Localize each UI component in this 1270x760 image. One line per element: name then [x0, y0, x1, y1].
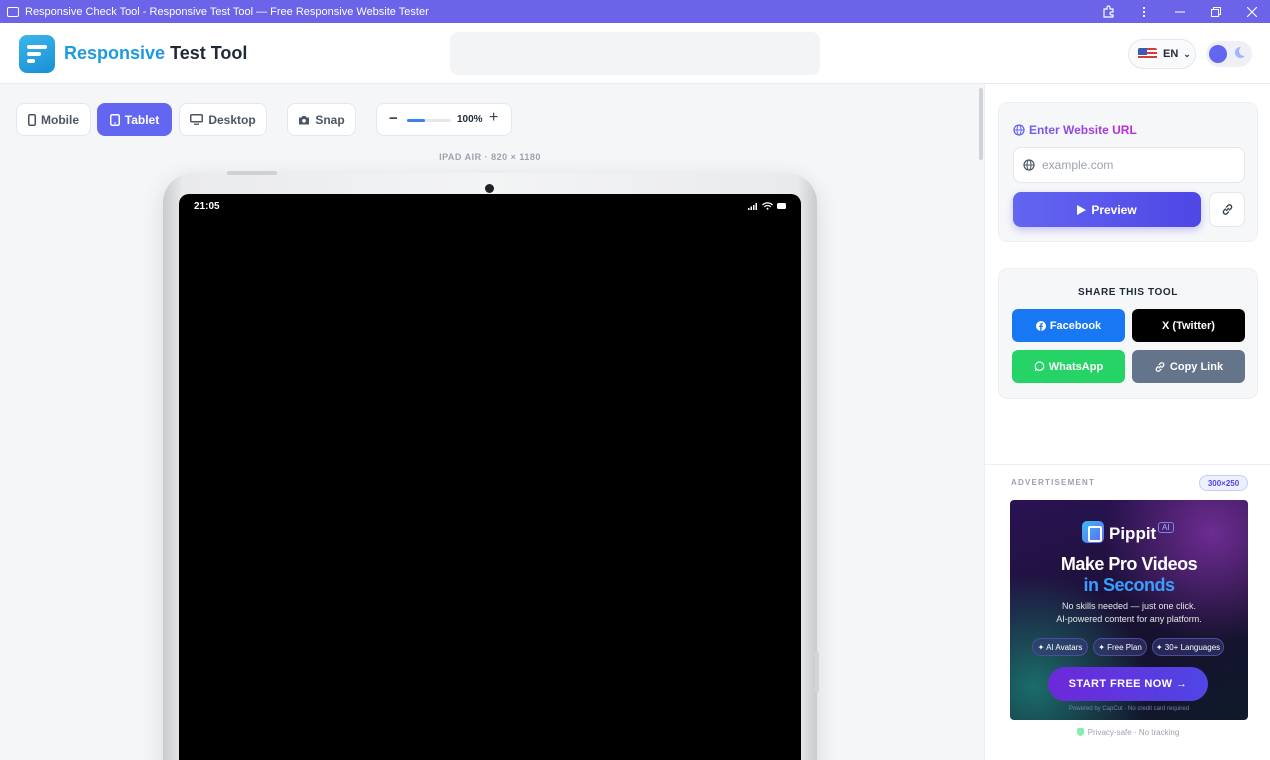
zoom-control: − 100% + [376, 103, 512, 136]
copy-link-label: Copy Link [1169, 360, 1224, 373]
tablet-frame: 21:05 [163, 171, 819, 760]
tablet-button[interactable]: Tablet [97, 103, 172, 136]
twitter-label: X (Twitter) [1162, 319, 1215, 332]
app-header: Responsive Test Tool EN ⌄ [0, 23, 1270, 84]
right-panel: Enter Website URL example.com Preview SH… [984, 84, 1270, 760]
link-button[interactable] [1209, 192, 1245, 227]
maximize-icon[interactable] [1198, 0, 1234, 23]
ad-chip: ✦ AI Avatars [1032, 638, 1088, 656]
globe-icon [1023, 159, 1035, 171]
mobile-button[interactable]: Mobile [16, 103, 91, 136]
more-icon[interactable] [1126, 0, 1162, 23]
window-titlebar: Responsive Check Tool - Responsive Test … [0, 0, 1270, 23]
pippit-logo-icon [1082, 521, 1104, 543]
device-label: IPAD AIR · 820 × 1180 [439, 152, 541, 162]
window-title: Responsive Check Tool - Responsive Test … [25, 5, 429, 18]
zoom-in-button[interactable]: + [489, 109, 498, 127]
logo-icon[interactable] [19, 35, 55, 73]
wifi-icon [762, 202, 773, 210]
ad-brand: Pippit [1109, 524, 1157, 543]
theme-toggle[interactable] [1206, 41, 1252, 67]
status-time: 21:05 [194, 201, 220, 212]
brand-rest: Test Tool [170, 43, 248, 63]
status-icons [748, 202, 787, 210]
share-card: SHARE THIS TOOL Facebook X (Twitter) Wha… [998, 268, 1258, 399]
ad-line-1: No skills needed — just one click. [1061, 601, 1197, 611]
close-icon[interactable] [1234, 0, 1270, 23]
moon-icon [1235, 46, 1249, 58]
language-label: EN [1163, 48, 1179, 60]
ad-line-2: AI-powered content for any platform. [1056, 614, 1202, 624]
camera-dot-icon [485, 184, 494, 193]
link-icon [1155, 361, 1165, 372]
battery-icon [777, 203, 786, 209]
desktop-label: Desktop [208, 112, 256, 127]
brand-accent: Responsive [64, 43, 166, 63]
zoom-value: 100% [457, 114, 483, 125]
zoom-slider[interactable] [407, 119, 451, 122]
ad-ai-tag: AI [1158, 522, 1174, 533]
us-flag-icon [1138, 48, 1157, 60]
preview-label: Preview [1091, 202, 1137, 217]
whatsapp-icon [1034, 361, 1045, 372]
tablet-side-button [815, 651, 819, 693]
shield-icon [1076, 728, 1084, 736]
brand-title[interactable]: Responsive Test Tool [64, 43, 247, 64]
ad-label: ADVERTISEMENT [1011, 478, 1096, 487]
facebook-label: Facebook [1049, 319, 1102, 332]
ad-headline-1: Make Pro Videos [1060, 554, 1198, 574]
copy-link-button[interactable]: Copy Link [1132, 350, 1245, 383]
facebook-icon [1035, 320, 1046, 331]
ad-chip: ✦ 30+ Languages [1152, 638, 1224, 656]
globe-icon [1013, 124, 1025, 136]
advertisement-banner[interactable]: Pippit AI Make Pro Videos in Seconds No … [1010, 500, 1248, 720]
tablet-top-button [227, 171, 277, 175]
url-input[interactable]: example.com [1013, 147, 1245, 183]
facebook-share-button[interactable]: Facebook [1012, 309, 1125, 342]
mobile-label: Mobile [41, 112, 79, 127]
tablet-label: Tablet [124, 112, 160, 127]
share-title: SHARE THIS TOOL [1078, 287, 1178, 298]
phone-icon [28, 113, 36, 126]
ad-cta-button[interactable]: START FREE NOW → [1048, 667, 1208, 701]
chevron-down-icon: ⌄ [1183, 48, 1191, 59]
tablet-icon [109, 113, 120, 126]
ad-chip: ✦ Free Plan [1093, 638, 1147, 656]
url-title-text: Enter Website URL [1029, 123, 1137, 137]
ad-size-badge: 300×250 [1199, 475, 1248, 491]
minimize-icon[interactable] [1162, 0, 1198, 23]
url-card: Enter Website URL example.com Preview [998, 102, 1258, 242]
signal-icon [748, 203, 757, 210]
zoom-slider-fill [407, 119, 425, 122]
privacy-text: Privacy-safe · No tracking [1087, 728, 1180, 737]
ad-footer: Powered by CapCut · No credit card requi… [1068, 706, 1190, 712]
toggle-knob [1209, 45, 1227, 63]
language-selector[interactable]: EN ⌄ [1128, 39, 1196, 69]
whatsapp-label: WhatsApp [1048, 360, 1104, 373]
twitter-share-button[interactable]: X (Twitter) [1132, 309, 1245, 342]
tablet-screen[interactable]: 21:05 [179, 194, 801, 760]
desktop-button[interactable]: Desktop [179, 103, 267, 136]
panel-divider [985, 464, 1270, 465]
snap-label: Snap [315, 112, 345, 127]
extension-icon[interactable] [1090, 0, 1126, 23]
url-placeholder: example.com [1042, 158, 1114, 172]
url-card-title: Enter Website URL [1013, 123, 1137, 137]
zoom-out-button[interactable]: − [389, 110, 398, 127]
snap-button[interactable]: Snap [287, 103, 356, 136]
main-scrollbar[interactable] [979, 88, 983, 160]
camera-icon [299, 115, 310, 124]
ad-headline-2: in Seconds [1083, 575, 1175, 595]
whatsapp-share-button[interactable]: WhatsApp [1012, 350, 1125, 383]
play-icon [1077, 204, 1087, 215]
header-search-bar[interactable] [450, 32, 820, 75]
monitor-icon [7, 6, 19, 17]
preview-button[interactable]: Preview [1013, 192, 1201, 227]
privacy-note: Privacy-safe · No tracking [985, 728, 1270, 737]
link-icon [1222, 204, 1232, 215]
monitor-icon [190, 114, 204, 125]
